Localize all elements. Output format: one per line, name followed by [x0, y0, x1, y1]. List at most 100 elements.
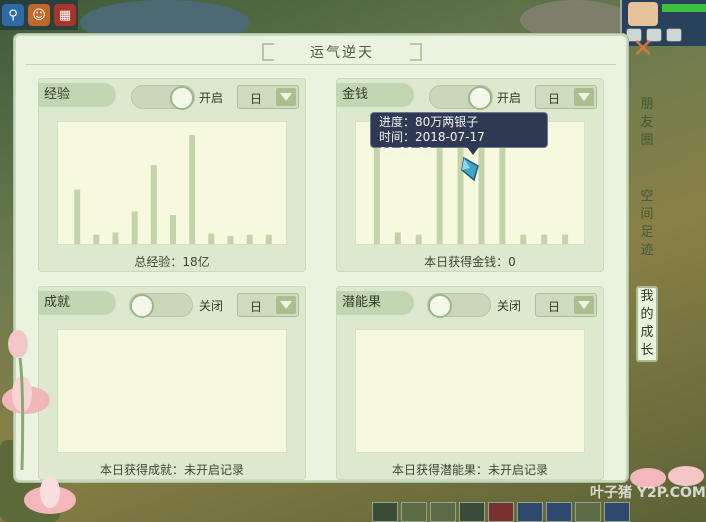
- exp-bar[interactable]: [112, 232, 119, 244]
- character-icon[interactable]: ☺: [28, 4, 50, 26]
- tab-char: 成: [640, 325, 654, 340]
- money-tooltip: 进度：80万两银子 时间：2018-07-17 00:00:00: [370, 112, 548, 159]
- achievement-chart: [57, 329, 287, 453]
- search-icon[interactable]: ⚲: [2, 4, 24, 26]
- lotus-decoration: [2, 330, 50, 470]
- exp-bar[interactable]: [265, 234, 272, 244]
- money-period-value: 日: [548, 92, 561, 106]
- achievement-label: 成就: [38, 291, 116, 315]
- skill-slot[interactable]: [604, 502, 630, 522]
- tooltip-progress: 进度：80万两银子: [379, 115, 479, 129]
- exp-section: 经验 开启 日 总经验：18亿: [38, 78, 306, 272]
- title-divider: [26, 64, 616, 65]
- money-bar[interactable]: [541, 234, 548, 244]
- money-footer: 本日获得金钱：0: [424, 255, 516, 269]
- tab-char: 足: [640, 225, 654, 240]
- skill-slot[interactable]: [575, 502, 601, 522]
- exp-bar[interactable]: [189, 135, 196, 244]
- exp-period-select[interactable]: 日: [237, 85, 299, 109]
- tab-char: 圈: [640, 133, 654, 148]
- title-bracket-left: [262, 43, 274, 61]
- potential-toggle[interactable]: [427, 293, 491, 318]
- potential-chart: [355, 329, 585, 453]
- chevron-down-icon[interactable]: [276, 88, 296, 106]
- exp-chart-svg: [74, 135, 272, 245]
- exp-toggle-label: 开启: [199, 91, 224, 105]
- growth-panel: 运气逆天 ✕ 经验 开启 日 总经验：18亿 金钱 开启 日 本日获得金钱：0 …: [14, 34, 654, 482]
- money-toggle-label: 开启: [497, 91, 522, 105]
- toggle-knob: [468, 86, 492, 110]
- skill-slot[interactable]: [488, 502, 514, 522]
- exp-bar[interactable]: [170, 215, 176, 244]
- tab-char: 间: [640, 207, 654, 222]
- money-bar[interactable]: [415, 234, 422, 244]
- exp-label: 经验: [38, 83, 116, 107]
- exp-toggle[interactable]: [131, 85, 195, 110]
- potential-footer: 本日获得潜能果：未开启记录: [391, 463, 548, 477]
- skill-slot[interactable]: [546, 502, 572, 522]
- tab-char: 空: [640, 189, 654, 204]
- potential-label: 潜能果: [336, 291, 414, 315]
- tab-char: 的: [640, 307, 654, 322]
- skill-slot[interactable]: [372, 502, 398, 522]
- tab-space-footprint[interactable]: 空间足迹: [636, 188, 658, 260]
- chevron-down-icon[interactable]: [574, 296, 594, 314]
- money-bar[interactable]: [562, 234, 569, 244]
- exp-bar[interactable]: [74, 189, 81, 245]
- achievement-toggle-label: 关闭: [199, 299, 224, 313]
- exp-bar[interactable]: [227, 235, 234, 244]
- toggle-knob: [130, 294, 154, 318]
- exp-bar[interactable]: [150, 165, 157, 244]
- hp-bar: [662, 4, 706, 12]
- tab-friends-circle[interactable]: 朋友圈: [636, 96, 658, 150]
- skill-slot[interactable]: [517, 502, 543, 522]
- skill-slot[interactable]: [430, 502, 456, 522]
- money-bar[interactable]: [394, 232, 401, 244]
- potential-section: 潜能果 关闭 日 本日获得潜能果：未开启记录: [336, 286, 604, 480]
- tab-my-growth[interactable]: 我的成长: [636, 286, 658, 362]
- potential-period-select[interactable]: 日: [535, 293, 597, 317]
- toggle-knob: [428, 294, 452, 318]
- exp-period-value: 日: [250, 92, 263, 106]
- achievement-toggle[interactable]: [129, 293, 193, 318]
- mail-icon[interactable]: [666, 28, 682, 42]
- cursor-gem-icon: [461, 156, 479, 182]
- calendar-icon[interactable]: ▦: [54, 4, 76, 26]
- skill-slot[interactable]: [401, 502, 427, 522]
- money-label: 金钱: [336, 83, 414, 107]
- title-bracket-right: [410, 43, 422, 61]
- tab-char: 迹: [640, 243, 654, 258]
- exp-bar[interactable]: [246, 234, 253, 244]
- exp-bar[interactable]: [93, 234, 100, 244]
- money-period-select[interactable]: 日: [535, 85, 597, 109]
- tab-char: 我: [640, 289, 654, 304]
- achievement-period-value: 日: [250, 300, 263, 314]
- chevron-down-icon[interactable]: [574, 88, 594, 106]
- exp-footer: 总经验：18亿: [134, 255, 210, 269]
- tab-char: 朋: [640, 97, 654, 112]
- exp-bar[interactable]: [131, 211, 138, 245]
- tooltip-pointer: [467, 147, 479, 155]
- watermark: 叶子猪 Y2P.COM: [590, 485, 706, 501]
- skill-bar: [372, 502, 706, 522]
- panel-title: 运气逆天: [310, 45, 374, 61]
- top-left-hud: ⚲ ☺ ▦: [0, 0, 78, 30]
- tab-char: 长: [640, 343, 654, 358]
- tab-char: 友: [640, 115, 654, 130]
- potential-period-value: 日: [548, 300, 561, 314]
- potential-toggle-label: 关闭: [497, 299, 522, 313]
- exp-bar[interactable]: [208, 233, 215, 244]
- title-bar: 运气逆天: [262, 40, 422, 64]
- toggle-knob: [170, 86, 194, 110]
- money-toggle[interactable]: [429, 85, 493, 110]
- achievement-period-select[interactable]: 日: [237, 293, 299, 317]
- achievement-section: 成就 关闭 日 本日获得成就：未开启记录: [38, 286, 306, 480]
- money-bar[interactable]: [520, 234, 527, 244]
- exp-chart: [57, 121, 287, 245]
- tooltip-time: 时间：2018-07-17 00:00:00: [379, 130, 485, 159]
- chevron-down-icon[interactable]: [276, 296, 296, 314]
- avatar[interactable]: [628, 2, 658, 26]
- skill-slot[interactable]: [459, 502, 485, 522]
- lotus-decoration: [24, 476, 76, 514]
- close-icon[interactable]: ✕: [630, 36, 656, 62]
